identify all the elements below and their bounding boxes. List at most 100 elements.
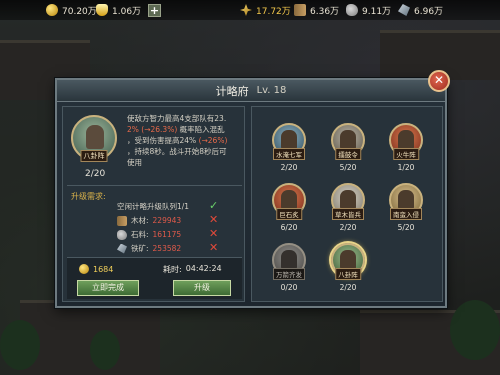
desc-highlight: 2% (127, 125, 139, 134)
ore-value: 6.96万 (414, 6, 444, 17)
coins-resource: 70.20万 (46, 3, 97, 17)
skill-figure-icon (398, 130, 414, 150)
plus-icon[interactable]: + (148, 3, 161, 17)
desc-line: 使敌方智力最高4支部队有23. (127, 114, 227, 123)
queue-requirement: 空闲计略升级队列1/1 (117, 201, 189, 212)
skill-phantom-army[interactable]: 草木皆兵 (331, 183, 365, 220)
skill-fire-bull[interactable]: 火牛阵 (389, 123, 423, 160)
skill-name: 火牛阵 (393, 148, 419, 160)
wood-requirement: 木材: 229943 (117, 215, 181, 226)
stone-icon (117, 229, 127, 240)
stone-value: 9.11万 (362, 6, 392, 17)
wood-icon (294, 4, 306, 16)
skill-figure-icon (340, 190, 356, 210)
skill-barbarian-invasion[interactable]: 南蛮入侵 (389, 183, 423, 220)
wheat-resource: 17.72万 (240, 3, 291, 17)
skill-name: 南蛮入侵 (390, 208, 422, 220)
time-cost: 耗时: 04:42:24 (163, 264, 222, 275)
dialog-title: 计略府 (215, 84, 249, 98)
wood-value: 6.36万 (310, 6, 340, 17)
close-button[interactable]: ✕ (428, 70, 450, 92)
ore-label: 铁矿: (131, 244, 149, 253)
soldier-figure-icon (86, 125, 104, 149)
desc-highlight: (→26.3%) (141, 125, 178, 134)
gold-resource: 1.06万 (96, 3, 141, 17)
skill-figure-icon (398, 190, 414, 210)
skill-figure-icon (281, 190, 297, 210)
skill-level: 6/20 (280, 223, 298, 232)
stone-label: 石料: (131, 230, 149, 239)
ore-icon (398, 4, 410, 16)
skill-description: 使敌方智力最高4支部队有23. 2% (→26.3%) 概率陷入混乱 ，受到伤害… (127, 113, 243, 168)
coins-value: 70.20万 (62, 6, 97, 17)
skill-figure-icon (340, 130, 356, 150)
wood-required: 229943 (152, 216, 182, 225)
skill-level: 5/20 (339, 163, 357, 172)
selected-skill-icon[interactable]: 八卦阵 (71, 115, 117, 162)
time-value: 04:42:24 (185, 264, 222, 273)
desc-line: 使用 (127, 158, 142, 167)
gold-cost-value: 1684 (93, 264, 114, 274)
wheat-value: 17.72万 (256, 6, 291, 17)
skill-boulder[interactable]: 巨石炙 (272, 183, 306, 220)
skill-eight-trigrams[interactable]: 八卦阵 (331, 243, 365, 280)
requirements-label: 升级需求: (71, 192, 106, 201)
skill-name: 万箭齐发 (273, 268, 305, 280)
dialog-header: 计略府 Lv. 18 (57, 80, 445, 102)
gold-ingot-icon (96, 4, 108, 16)
skill-war-drums[interactable]: 擂鼓令 (331, 123, 365, 160)
cross-icon: ✕ (209, 227, 219, 240)
stone-required: 161175 (152, 230, 182, 239)
skill-name: 擂鼓令 (335, 148, 361, 160)
gold-value: 1.06万 (112, 6, 142, 17)
skill-figure-icon (340, 250, 356, 270)
skill-name-badge: 八卦阵 (80, 150, 108, 162)
skill-name: 水淹七军 (273, 148, 305, 160)
add-gold-button[interactable]: + (148, 3, 161, 17)
time-label: 耗时: (163, 265, 182, 274)
skill-level: 2/20 (339, 223, 357, 232)
upgrade-button[interactable]: 升级 (173, 280, 231, 296)
skill-detail-panel: 八卦阵 2/20 使敌方智力最高4支部队有23. 2% (→26.3%) 概率陷… (62, 106, 245, 302)
skill-level: 2/20 (280, 163, 298, 172)
skill-name: 草木皆兵 (332, 208, 364, 220)
coin-icon (46, 4, 58, 16)
desc-line: ，持续8秒。战斗开始8秒后可 (127, 147, 227, 156)
desc-line: 概率陷入混乱 (179, 125, 225, 134)
skill-level: 2/20 (339, 283, 357, 292)
skill-water-flood[interactable]: 水淹七军 (272, 123, 306, 160)
checkmark-icon: ✓ (209, 199, 219, 212)
desc-line: ，受到伤害提高24% (127, 136, 197, 145)
stone-icon (346, 4, 358, 16)
cross-icon: ✕ (209, 241, 219, 254)
gold-cost: 1684 (79, 264, 113, 274)
skill-arrow-volley[interactable]: 万箭齐发 (272, 243, 306, 280)
ore-icon (117, 243, 127, 254)
skill-figure-icon (281, 250, 297, 270)
skill-grid-panel: 水淹七军 2/20 擂鼓令 5/20 火牛阵 1/20 巨石炙 6/20 草木皆… (251, 106, 443, 302)
upgrade-actions: 1684 耗时: 04:42:24 立即完成 升级 (67, 257, 242, 299)
skill-level: 5/20 (397, 223, 415, 232)
building-level: Lv. 18 (256, 85, 287, 96)
cross-icon: ✕ (209, 213, 219, 226)
stone-resource: 9.11万 (346, 3, 391, 17)
wood-resource: 6.36万 (294, 3, 339, 17)
selected-skill-level: 2/20 (85, 169, 106, 179)
wood-icon (117, 215, 127, 226)
divider (67, 185, 242, 186)
stone-requirement: 石料: 161175 (117, 229, 181, 240)
ore-required: 253582 (152, 244, 182, 253)
instant-complete-button[interactable]: 立即完成 (77, 280, 139, 296)
wood-label: 木材: (131, 216, 149, 225)
ore-requirement: 铁矿: 253582 (117, 243, 181, 254)
desc-highlight: (→26%) (198, 136, 228, 145)
wheat-icon (240, 4, 252, 16)
strategy-hall-dialog: 计略府 Lv. 18 八卦阵 2/20 使敌方智力最高4支部队有23. 2% (… (55, 78, 447, 308)
resource-bar: 70.20万 1.06万 + 17.72万 6.36万 9.11万 6.96万 (0, 0, 500, 20)
skill-figure-icon (281, 130, 297, 150)
queue-text: 空闲计略升级队列1/1 (117, 202, 190, 211)
ore-resource: 6.96万 (398, 3, 443, 17)
skill-name: 八卦阵 (335, 268, 361, 280)
skill-level: 0/20 (280, 283, 298, 292)
skill-name: 巨石炙 (276, 208, 302, 220)
